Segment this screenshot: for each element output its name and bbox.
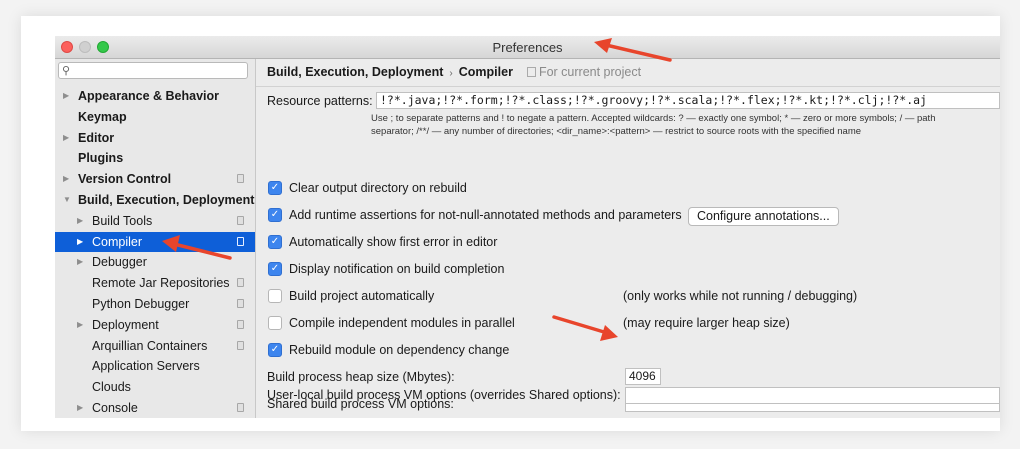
configure-annotations-button[interactable]: Configure annotations... xyxy=(688,207,839,226)
build-automatically-note: (only works while not running / debuggin… xyxy=(623,289,858,303)
hint-line-2: separator; /**/ — any number of director… xyxy=(371,126,862,137)
collapsed-arrow-icon[interactable]: ▶ xyxy=(77,211,83,232)
sidebar-item-label: Plugins xyxy=(78,151,124,166)
heap-size-input[interactable]: 4096 xyxy=(625,368,661,385)
user-vm-options-label: User-local build process VM options (ove… xyxy=(267,388,621,402)
breadcrumb: Build, Execution, Deployment › Compiler For… xyxy=(267,65,641,79)
header-divider xyxy=(256,86,1000,87)
project-settings-icon xyxy=(237,319,244,329)
display-notification-label: Display notification on build completion xyxy=(289,262,505,276)
project-scope-label: For current project xyxy=(526,65,642,79)
breadcrumb-parent[interactable]: Build, Execution, Deployment xyxy=(267,65,443,79)
annotation-arrow-heap xyxy=(552,315,618,341)
compile-parallel-label: Compile independent modules in parallel xyxy=(289,316,515,330)
sidebar-item-label: Arquillian Containers xyxy=(92,338,208,353)
breadcrumb-separator: › xyxy=(449,68,453,79)
resource-patterns-input[interactable]: !?*.java;!?*.form;!?*.class;!?*.groovy;!… xyxy=(376,92,1000,109)
window-title: Preferences xyxy=(492,40,563,55)
sidebar-item-label: Appearance & Behavior xyxy=(78,89,220,103)
sidebar-item-label: Compiler xyxy=(92,234,143,249)
collapsed-arrow-icon[interactable]: ▶ xyxy=(63,169,69,190)
sidebar-item-label: Build Tools xyxy=(92,213,153,228)
title-bar: Preferences xyxy=(55,36,1000,59)
sidebar-item-editor[interactable]: ▶ Editor xyxy=(55,128,255,149)
hint-line-1: Use ; to separate patterns and ! to nega… xyxy=(371,113,936,124)
compiler-settings-panel: Build, Execution, Deployment › Compiler For… xyxy=(256,59,1000,418)
rebuild-on-dependency-label: Rebuild module on dependency change xyxy=(289,343,510,357)
sidebar-item-label: Build, Execution, Deployment xyxy=(78,192,255,207)
build-automatically-label: Build project automatically xyxy=(289,289,435,303)
checkbox-box[interactable]: ✓ xyxy=(268,181,282,195)
collapsed-arrow-icon[interactable]: ▶ xyxy=(77,232,83,253)
checkbox-box[interactable]: ✓ xyxy=(268,343,282,357)
project-settings-icon xyxy=(237,215,244,225)
show-first-error-label: Automatically show first error in editor xyxy=(289,235,498,249)
sidebar-item-label: Debugger xyxy=(92,255,147,270)
compile-parallel-note: (may require larger heap size) xyxy=(623,316,790,330)
project-settings-icon xyxy=(237,236,244,246)
sidebar-item-application-servers[interactable]: Application Servers xyxy=(55,356,255,377)
sidebar-item-label: Clouds xyxy=(92,380,131,395)
sidebar-item-label: Keymap xyxy=(78,109,127,124)
collapsed-arrow-icon[interactable]: ▶ xyxy=(77,315,83,336)
collapsed-arrow-icon[interactable]: ▶ xyxy=(77,398,83,418)
sidebar-item-label: Deployment xyxy=(92,317,159,332)
project-settings-icon xyxy=(237,278,244,288)
sidebar-item-appearance-behavior[interactable]: ▶ Appearance & Behavior xyxy=(55,86,255,107)
clear-output-label: Clear output directory on rebuild xyxy=(289,181,467,195)
sidebar-item-deployment[interactable]: ▶ Deployment xyxy=(55,315,255,336)
project-scope-icon xyxy=(526,67,536,77)
sidebar-item-label: Console xyxy=(92,400,138,415)
sidebar-item-python-debugger[interactable]: Python Debugger xyxy=(55,294,255,315)
sidebar-item-plugins[interactable]: Plugins xyxy=(55,148,255,169)
sidebar-item-console[interactable]: ▶ Console xyxy=(55,398,255,418)
user-vm-options-input[interactable] xyxy=(625,387,1000,404)
sidebar-item-build-tools[interactable]: ▶ Build Tools xyxy=(55,211,255,232)
collapsed-arrow-icon[interactable]: ▶ xyxy=(63,128,69,149)
sidebar-item-label: Version Control xyxy=(78,172,172,187)
checkbox-box[interactable] xyxy=(268,316,282,330)
project-settings-icon xyxy=(237,340,244,350)
sidebar-item-remote-jar-repositories[interactable]: Remote Jar Repositories xyxy=(55,273,255,294)
checkbox-box[interactable]: ✓ xyxy=(268,235,282,249)
checkbox-box[interactable]: ✓ xyxy=(268,208,282,222)
expanded-arrow-icon[interactable]: ▼ xyxy=(63,190,71,211)
annotation-arrow-title xyxy=(594,38,672,62)
search-input[interactable]: ⚲ xyxy=(58,62,248,79)
search-icon: ⚲ xyxy=(62,65,71,77)
collapsed-arrow-icon[interactable]: ▶ xyxy=(77,252,83,273)
resource-patterns-label: Resource patterns: xyxy=(267,94,373,108)
checkbox-box[interactable] xyxy=(268,289,282,303)
collapsed-arrow-icon[interactable]: ▶ xyxy=(63,86,69,107)
sidebar-item-keymap[interactable]: Keymap xyxy=(55,107,255,128)
preferences-window: Preferences ⚲ ▶ Appearance & Behavior Keym… xyxy=(55,36,1000,418)
project-settings-icon xyxy=(237,298,244,308)
annotation-arrow-compiler xyxy=(162,235,232,260)
project-settings-icon xyxy=(237,174,244,184)
checkbox-box[interactable]: ✓ xyxy=(268,262,282,276)
project-scope-text: For current project xyxy=(538,65,642,79)
runtime-assertions-label: Add runtime assertions for not-null-anno… xyxy=(289,208,682,222)
sidebar-item-label: Application Servers xyxy=(92,359,200,374)
sidebar-item-version-control[interactable]: ▶ Version Control xyxy=(55,169,255,190)
project-settings-icon xyxy=(237,402,244,412)
heap-size-label: Build process heap size (Mbytes): xyxy=(267,370,455,384)
sidebar-item-label: Editor xyxy=(78,130,115,145)
sidebar-item-label: Python Debugger xyxy=(92,296,190,311)
breadcrumb-current: Compiler xyxy=(458,65,513,79)
sidebar-item-clouds[interactable]: Clouds xyxy=(55,377,255,398)
sidebar-item-label: Remote Jar Repositories xyxy=(92,276,230,291)
resource-patterns-hint: Use ; to separate patterns and ! to nega… xyxy=(371,112,991,138)
sidebar-item-arquillian-containers[interactable]: Arquillian Containers xyxy=(55,336,255,357)
sidebar-item-build-execution-deployment[interactable]: ▼ Build, Execution, Deployment xyxy=(55,190,255,211)
